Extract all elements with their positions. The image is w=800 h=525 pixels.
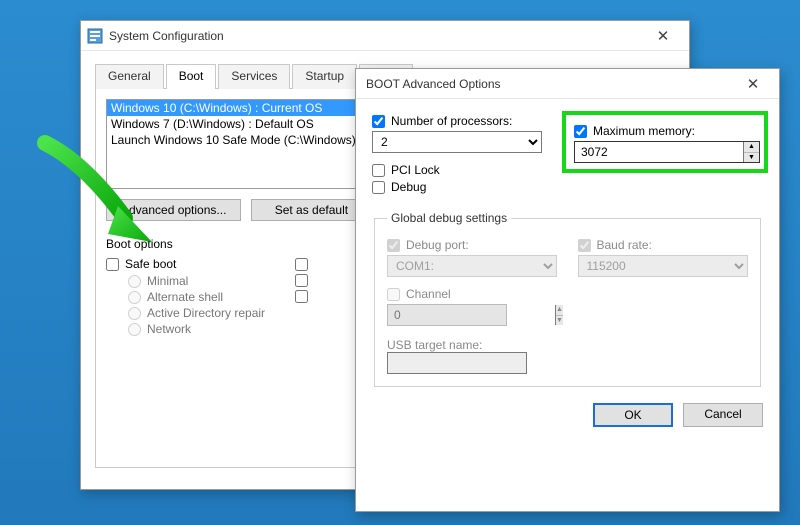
- safe-boot-checkbox[interactable]: Safe boot: [106, 257, 265, 271]
- tab-startup[interactable]: Startup: [292, 64, 357, 89]
- radio-ad-repair: Active Directory repair: [128, 306, 265, 320]
- max-memory-checkbox[interactable]: Maximum memory:: [574, 124, 756, 138]
- baud-rate-select: 115200: [578, 255, 748, 277]
- max-memory-spinner[interactable]: ▲ ▼: [574, 141, 760, 163]
- boot-options-label: Boot options: [106, 237, 265, 251]
- usb-target-input: [387, 352, 527, 374]
- global-debug-legend: Global debug settings: [387, 211, 511, 225]
- set-as-default-button[interactable]: Set as default: [251, 199, 371, 221]
- advanced-options-button[interactable]: Advanced options...: [106, 199, 241, 221]
- num-processors-select[interactable]: 2: [372, 131, 542, 153]
- spinner-down-icon: ▼: [556, 316, 563, 326]
- titlebar[interactable]: System Configuration ✕: [81, 21, 689, 51]
- channel-spinner: ▲▼: [387, 304, 507, 326]
- dialog-title: BOOT Advanced Options: [362, 77, 733, 91]
- global-debug-fieldset: Global debug settings Debug port: COM1: …: [374, 211, 761, 387]
- cancel-button[interactable]: Cancel: [683, 403, 763, 427]
- radio-network: Network: [128, 322, 265, 336]
- boot-advanced-options-dialog: BOOT Advanced Options ✕ Number of proces…: [355, 68, 780, 512]
- num-processors-label: Number of processors:: [391, 114, 512, 128]
- radio-minimal: Minimal: [128, 274, 265, 288]
- tab-services[interactable]: Services: [218, 64, 290, 89]
- debug-port-checkbox: Debug port:: [387, 238, 558, 252]
- tab-boot[interactable]: Boot: [166, 64, 217, 89]
- safe-boot-input[interactable]: [106, 258, 119, 271]
- cut-checkbox-2[interactable]: [295, 274, 314, 287]
- spinner-up-icon[interactable]: ▲: [744, 142, 759, 153]
- max-memory-field[interactable]: [575, 142, 743, 162]
- radio-alt-shell: Alternate shell: [128, 290, 265, 304]
- close-icon[interactable]: ✕: [733, 75, 773, 93]
- baud-rate-checkbox: Baud rate:: [578, 238, 749, 252]
- ok-button[interactable]: OK: [593, 403, 673, 427]
- cut-checkbox-3[interactable]: [295, 290, 314, 303]
- tab-general[interactable]: General: [95, 64, 164, 89]
- debug-checkbox[interactable]: Debug: [372, 180, 542, 194]
- channel-checkbox: Channel: [387, 287, 558, 301]
- safe-boot-text: Safe boot: [125, 257, 176, 271]
- num-processors-checkbox[interactable]: Number of processors:: [372, 114, 542, 128]
- max-memory-label: Maximum memory:: [593, 124, 695, 138]
- cut-checkbox-1[interactable]: [295, 258, 314, 271]
- close-icon[interactable]: ✕: [643, 27, 683, 45]
- debug-port-select: COM1:: [387, 255, 557, 277]
- window-title: System Configuration: [103, 29, 643, 43]
- max-memory-input[interactable]: [574, 125, 587, 138]
- titlebar[interactable]: BOOT Advanced Options ✕: [356, 69, 779, 99]
- spinner-up-icon: ▲: [556, 305, 563, 316]
- spinner-down-icon[interactable]: ▼: [744, 153, 759, 163]
- pci-lock-checkbox[interactable]: PCI Lock: [372, 163, 542, 177]
- num-processors-input[interactable]: [372, 115, 385, 128]
- annotation-highlight-box: Maximum memory: ▲ ▼: [562, 111, 768, 173]
- app-icon: [87, 28, 103, 44]
- usb-target-label: USB target name:: [387, 338, 558, 352]
